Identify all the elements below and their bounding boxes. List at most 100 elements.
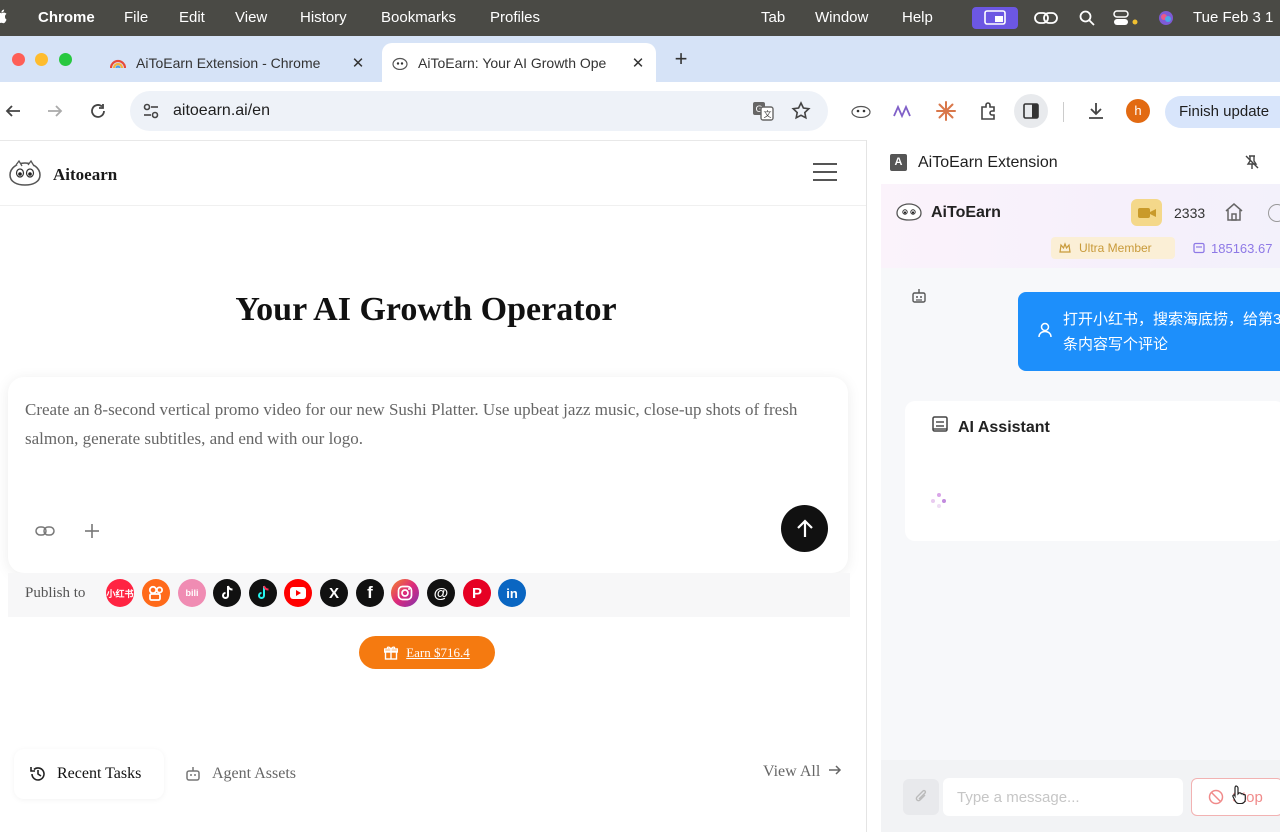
wave-extension-icon[interactable] (892, 100, 914, 122)
history-icon (30, 767, 45, 781)
account-icon[interactable] (1268, 204, 1280, 222)
tab-extension[interactable]: AiToEarn Extension - Chrome ✕ (100, 43, 376, 82)
close-tab-icon[interactable]: ✕ (628, 54, 648, 72)
threads-icon[interactable]: @ (427, 579, 455, 607)
facebook-icon[interactable]: f (356, 579, 384, 607)
x-twitter-icon[interactable]: X (320, 579, 348, 607)
assistant-card: AI Assistant (905, 401, 1280, 541)
menu-file[interactable]: File (124, 9, 148, 26)
instagram-icon[interactable] (391, 579, 419, 607)
assistant-label: AI Assistant (958, 419, 1050, 436)
minimize-window-button[interactable] (35, 53, 48, 66)
publish-label: Publish to (25, 585, 86, 601)
browser-toolbar: aitoearn.ai/en G文 h Finish update (0, 82, 1280, 140)
message-input[interactable] (943, 778, 1183, 816)
home-icon[interactable] (1224, 202, 1244, 227)
address-bar[interactable]: aitoearn.ai/en G文 (130, 91, 828, 131)
side-panel-icon[interactable] (1014, 94, 1048, 128)
douyin-icon[interactable] (213, 579, 241, 607)
maximize-window-button[interactable] (59, 53, 72, 66)
siri-icon[interactable] (1156, 7, 1176, 29)
screen-share-icon[interactable] (972, 7, 1018, 29)
claude-extension-icon[interactable] (935, 100, 957, 122)
apple-icon[interactable] (0, 8, 8, 24)
attach-icon[interactable] (903, 779, 939, 815)
new-tab-button[interactable]: + (670, 46, 692, 72)
chat-input-area: Stop (881, 760, 1280, 832)
ultra-member-badge: Ultra Member (1051, 237, 1175, 259)
tab-recent-tasks[interactable]: Recent Tasks (14, 749, 164, 799)
control-center-icon[interactable] (1112, 7, 1142, 29)
close-tab-icon[interactable]: ✕ (348, 54, 368, 72)
xiaohongshu-icon[interactable]: 小红书 (106, 579, 134, 607)
hamburger-menu-icon[interactable] (813, 163, 837, 183)
download-icon[interactable] (1085, 100, 1107, 122)
tiktok-icon[interactable] (249, 579, 277, 607)
bot-icon (911, 288, 927, 309)
linkedin-icon[interactable]: in (498, 579, 526, 607)
prompt-input[interactable]: Create an 8-second vertical promo video … (25, 395, 837, 453)
send-button[interactable] (781, 505, 828, 552)
tab-agent-assets[interactable]: Agent Assets (170, 749, 320, 799)
extensions-puzzle-icon[interactable] (978, 100, 1000, 122)
spotlight-search-icon[interactable] (1078, 7, 1096, 29)
arrow-up-icon (796, 518, 813, 537)
task-tabs: Recent Tasks Agent Assets View All (0, 749, 860, 799)
menu-edit[interactable]: Edit (179, 9, 205, 26)
prompt-card[interactable]: Create an 8-second vertical promo video … (8, 377, 848, 573)
video-camera-icon[interactable] (1131, 199, 1162, 226)
add-icon[interactable] (78, 517, 106, 545)
pinterest-icon[interactable]: P (463, 579, 491, 607)
view-all-link[interactable]: View All (763, 763, 842, 781)
user-id-badge: 185163.67 (1193, 237, 1280, 259)
url-text[interactable]: aitoearn.ai/en (173, 102, 270, 120)
earn-label: Earn $716.4 (406, 644, 470, 660)
menu-profiles[interactable]: Profiles (490, 9, 540, 26)
back-icon[interactable] (2, 100, 24, 122)
extension-header: AiToEarn 2333 Ultra Member 185163.67 (881, 184, 1280, 268)
user-message-text: 打开小红书，搜索海底捞，给第3条内容写个评论 (1063, 311, 1280, 353)
menubar-clock[interactable]: Tue Feb 3 1 (1193, 9, 1273, 26)
reload-icon[interactable] (87, 100, 109, 122)
menu-app-name[interactable]: Chrome (38, 9, 95, 26)
translate-icon[interactable]: G文 (752, 101, 774, 126)
tab-aitoearn[interactable]: AiToEarn: Your AI Growth Ope ✕ (382, 43, 656, 82)
card-icon (1193, 242, 1205, 254)
menu-tab[interactable]: Tab (761, 9, 785, 26)
site-settings-icon[interactable] (142, 102, 160, 125)
kuaishou-icon[interactable] (142, 579, 170, 607)
menu-view[interactable]: View (235, 9, 267, 26)
youtube-icon[interactable] (284, 579, 312, 607)
user-icon (1038, 321, 1052, 346)
aitoearn-logo-icon[interactable] (6, 159, 44, 192)
profile-avatar[interactable]: h (1126, 99, 1150, 123)
gift-icon (384, 646, 399, 660)
tab-label: Recent Tasks (57, 765, 142, 782)
link-icon[interactable] (1033, 7, 1059, 29)
aitoearn-logo-icon (895, 201, 923, 226)
assistant-icon (931, 415, 949, 438)
unpin-icon[interactable] (1244, 154, 1260, 175)
extension-letter-icon: A (890, 154, 907, 171)
hero-title: Your AI Growth Operator (235, 291, 617, 328)
stop-icon (1208, 789, 1224, 805)
menu-history[interactable]: History (300, 9, 347, 26)
tab-label: Agent Assets (212, 765, 296, 782)
bookmark-star-icon[interactable] (791, 101, 811, 126)
side-panel-title[interactable]: AiToEarn Extension (918, 154, 1058, 172)
aitoearn-extension-icon[interactable] (850, 100, 872, 122)
brand-name[interactable]: Aitoearn (53, 165, 117, 185)
extension-content: AiToEarn 2333 Ultra Member 185163.67 打开小… (881, 184, 1280, 832)
side-panel-header: A AiToEarn Extension (867, 140, 1280, 184)
aitoearn-favicon-icon (392, 55, 408, 71)
bilibili-icon[interactable]: bili (178, 579, 206, 607)
close-window-button[interactable] (12, 53, 25, 66)
forward-icon[interactable] (44, 100, 66, 122)
menu-bookmarks[interactable]: Bookmarks (381, 9, 456, 26)
finish-update-button[interactable]: Finish update (1165, 96, 1280, 128)
menu-window[interactable]: Window (815, 9, 868, 26)
earn-button[interactable]: Earn $716.4 (359, 636, 495, 669)
link-attach-icon[interactable] (31, 517, 59, 545)
menu-help[interactable]: Help (902, 9, 933, 26)
toolbar-divider (1063, 102, 1064, 122)
